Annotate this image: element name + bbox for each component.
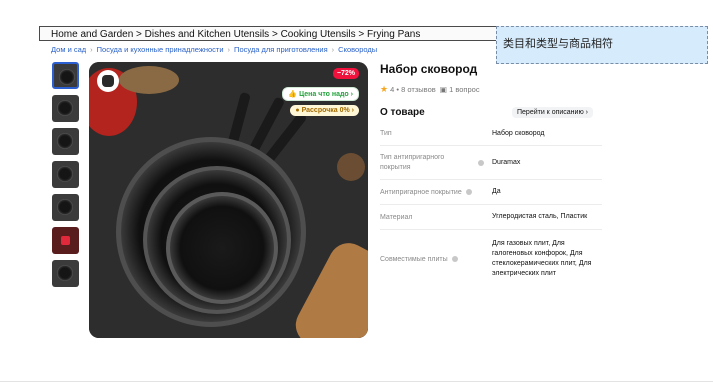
specs-table: Тип Набор сковород Тип антипригарного по…: [380, 122, 602, 288]
spec-value: Для газовых плит, Для галогеновых конфор…: [492, 240, 592, 277]
spec-value: Углеродистая сталь, Пластик: [492, 213, 588, 220]
spec-name-label: Тип антипригарного покрытия: [380, 153, 445, 171]
chevron-right-icon: ›: [348, 91, 353, 98]
frying-pan-icon: [57, 100, 73, 116]
product-image[interactable]: −72% 👍 Цена что надо › ● Рассрочка 0% ›: [89, 62, 368, 338]
rating-value: 4: [390, 85, 395, 94]
brand-logo-icon: [97, 70, 119, 92]
spec-row: Тип антипригарного покрытия Duramax: [380, 146, 602, 180]
chevron-right-icon: ›: [227, 45, 231, 54]
breadcrumb: Дом и сад › Посуда и кухонные принадлежнос…: [51, 44, 377, 56]
breadcrumb-item[interactable]: Сковороды: [338, 45, 377, 54]
price-tag[interactable]: 👍 Цена что надо ›: [282, 87, 359, 101]
thumbnail[interactable]: [52, 161, 79, 188]
brand-badge-icon: [61, 236, 70, 245]
spec-row: Антипригарное покрытие Да: [380, 180, 602, 205]
thumbs-up-icon: 👍: [288, 91, 300, 98]
chevron-right-icon: ›: [349, 107, 354, 114]
info-icon[interactable]: [478, 159, 484, 166]
thumbnail[interactable]: [52, 260, 79, 287]
thumbnail[interactable]: [52, 194, 79, 221]
chevron-right-icon: ›: [585, 109, 588, 116]
installment-tag[interactable]: ● Рассрочка 0% ›: [290, 105, 359, 116]
info-icon[interactable]: [451, 256, 458, 262]
spec-row: Материал Углеродистая сталь, Пластик: [380, 205, 602, 230]
spec-name: Антипригарное покрытие: [380, 180, 492, 204]
goto-description-button[interactable]: Перейти к описанию ›: [512, 107, 593, 118]
breadcrumb-item[interactable]: Дом и сад: [51, 45, 86, 54]
page-title: Набор сковород: [380, 62, 478, 76]
questions-link[interactable]: 1 вопрос: [449, 85, 479, 94]
spec-name-label: Антипригарное покрытие: [380, 188, 462, 196]
info-icon[interactable]: [465, 189, 472, 195]
price-tag-label: Цена что надо: [299, 91, 349, 98]
breadcrumb-item[interactable]: Посуда для приготовления: [234, 45, 328, 54]
breadcrumb-item[interactable]: Посуда и кухонные принадлежности: [97, 45, 224, 54]
thumbnail[interactable]: [52, 62, 79, 89]
installment-tag-label: Рассрочка 0%: [301, 107, 350, 114]
spec-row: Тип Набор сковород: [380, 122, 602, 146]
star-icon: ★: [380, 84, 389, 94]
rating-summary: ★ 4 • 8 отзывов ▣ 1 вопрос: [380, 84, 480, 94]
frying-pan-icon: [57, 199, 73, 215]
frying-pan-icon: [57, 265, 73, 281]
spec-value: Да: [492, 188, 501, 195]
frying-pan-icon: [57, 133, 73, 149]
goto-description-label: Перейти к описанию: [517, 109, 584, 116]
annotation-note: 类目和类型与商品相符: [496, 26, 708, 64]
reviews-link[interactable]: 8 отзывов: [401, 85, 436, 94]
thumbnail[interactable]: [52, 227, 79, 254]
spec-name-label: Совместимые плиты: [380, 255, 448, 263]
spec-name: Тип: [380, 130, 392, 137]
chevron-right-icon: ›: [90, 45, 93, 54]
breadcrumb-english: Home and Garden > Dishes and Kitchen Ute…: [39, 26, 539, 41]
frying-pan-icon: [59, 69, 75, 85]
frying-pan-icon: [57, 166, 73, 182]
spec-value: Duramax: [492, 158, 521, 166]
frying-pans-photo: [89, 62, 368, 338]
divider: [0, 381, 713, 382]
thumbnail[interactable]: [52, 95, 79, 122]
thumbnail[interactable]: [52, 128, 79, 155]
spec-row: Совместимые плиты Для газовых плит, Для …: [380, 230, 602, 288]
spec-value: Набор сковород: [492, 129, 545, 137]
thumbnail-strip: [52, 62, 79, 293]
chevron-right-icon: ›: [331, 45, 335, 54]
spec-name: Тип антипригарного покрытия: [380, 146, 492, 179]
about-section-title: О товаре: [380, 107, 425, 118]
discount-badge: −72%: [332, 68, 359, 79]
spec-name: Материал: [380, 213, 413, 221]
question-icon: ▣: [439, 85, 447, 94]
spec-name: Совместимые плиты: [380, 230, 492, 288]
